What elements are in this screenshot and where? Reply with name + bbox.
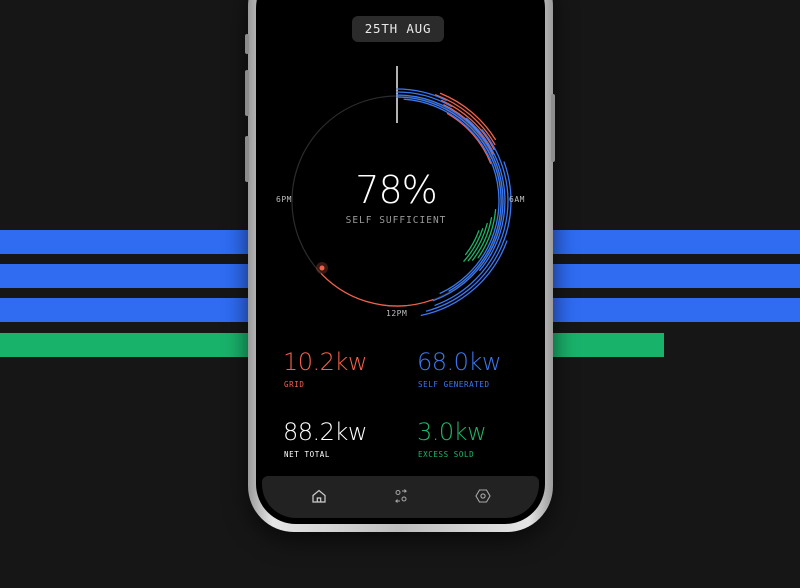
tab-settings[interactable] [469, 484, 497, 508]
tab-sharing[interactable] [387, 484, 415, 508]
self-generated-label: SELF GENERATED [418, 380, 490, 389]
grid-evening-arc [320, 273, 434, 307]
excess-sold-label: EXCESS SOLD [418, 450, 475, 459]
home-icon [312, 489, 326, 503]
self-sufficient-label: SELF SUFFICIENT [345, 215, 447, 226]
time-label-12pm: 12PM [386, 309, 408, 318]
tab-home[interactable] [305, 484, 333, 508]
bottom-tab-bar [262, 476, 539, 518]
net-total-label: NET TOTAL [284, 450, 331, 459]
phone-volume-button-2 [245, 70, 249, 116]
time-label-6pm: 6PM [276, 195, 292, 204]
phone-power-button [551, 94, 555, 162]
people-swap-icon [394, 489, 408, 503]
phone-volume-button-3 [245, 136, 249, 182]
grid-value: 10.2kw [283, 348, 367, 376]
phone-volume-button-1 [245, 34, 249, 54]
self-sufficient-percent: 78% [355, 168, 437, 212]
time-label-6am: 6AM [509, 195, 525, 204]
excess-sold-value: 3.0kw [417, 418, 487, 446]
net-total-value: 88.2kw [283, 418, 367, 446]
phone-screen: 25TH AUG 78% SELF SUFFICIENT 6PM 6AM 12P… [256, 0, 545, 524]
current-time-glow [316, 262, 328, 274]
settings-hex-icon [475, 489, 491, 503]
grid-label: GRID [284, 380, 305, 389]
self-generated-value: 68.0kw [417, 348, 501, 376]
